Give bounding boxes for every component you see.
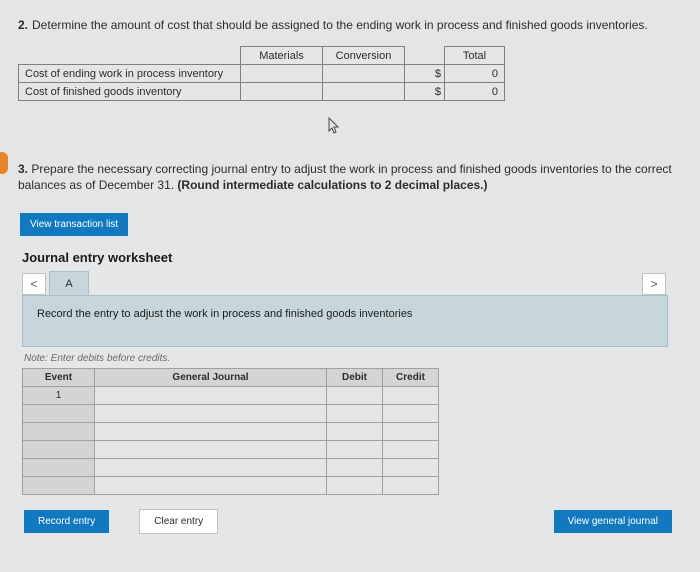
account-input[interactable] [95, 477, 327, 495]
clear-entry-button[interactable]: Clear entry [139, 509, 218, 534]
page-marker [0, 152, 8, 174]
buttons-row: Record entry Clear entry View general jo… [24, 509, 672, 534]
dollar-sign: $ [405, 83, 445, 101]
account-input[interactable] [95, 405, 327, 423]
journal-worksheet: Journal entry worksheet < A > Record the… [18, 250, 672, 534]
debit-header: Debit [327, 369, 383, 387]
debit-input[interactable] [327, 477, 383, 495]
table-row: 1 [23, 387, 439, 405]
cost-table: Materials Conversion Total Cost of endin… [18, 46, 505, 101]
conversion-header: Conversion [323, 47, 405, 65]
conversion-input[interactable] [323, 83, 405, 101]
credit-input[interactable] [383, 477, 439, 495]
table-row: Cost of finished goods inventory $ 0 [19, 83, 505, 101]
table-row [23, 441, 439, 459]
dollar-sign: $ [405, 65, 445, 83]
tab-a[interactable]: A [49, 271, 89, 295]
conversion-input[interactable] [323, 65, 405, 83]
total-value: 0 [445, 65, 505, 83]
tabs-row: < A > [22, 271, 672, 295]
credit-header: Credit [383, 369, 439, 387]
debit-input[interactable] [327, 387, 383, 405]
debit-input[interactable] [327, 423, 383, 441]
table-row [23, 423, 439, 441]
total-header: Total [445, 47, 505, 65]
debit-input[interactable] [327, 405, 383, 423]
gap-header [405, 47, 445, 65]
general-journal-table: Event General Journal Debit Credit 1 [22, 368, 439, 495]
next-entry-button[interactable]: > [642, 273, 666, 295]
account-input[interactable] [95, 459, 327, 477]
credit-input[interactable] [383, 441, 439, 459]
event-cell [23, 405, 95, 423]
general-journal-header: General Journal [95, 369, 327, 387]
event-header: Event [23, 369, 95, 387]
materials-input[interactable] [241, 83, 323, 101]
credit-input[interactable] [383, 459, 439, 477]
total-value: 0 [445, 83, 505, 101]
table-row [23, 477, 439, 495]
entry-description: Record the entry to adjust the work in p… [22, 295, 668, 347]
table-row [23, 405, 439, 423]
prev-entry-button[interactable]: < [22, 273, 46, 295]
event-cell [23, 441, 95, 459]
cursor-icon [328, 117, 342, 135]
materials-header: Materials [241, 47, 323, 65]
debit-input[interactable] [327, 459, 383, 477]
event-cell [23, 423, 95, 441]
question-2: 2. Determine the amount of cost that sho… [18, 18, 672, 32]
debit-input[interactable] [327, 441, 383, 459]
question-3: 3. Prepare the necessary correcting jour… [18, 161, 672, 193]
credit-input[interactable] [383, 423, 439, 441]
view-general-journal-button[interactable]: View general journal [554, 510, 672, 533]
note-text: Note: Enter debits before credits. [24, 353, 672, 364]
view-transaction-list-button[interactable]: View transaction list [20, 213, 128, 236]
event-cell [23, 477, 95, 495]
credit-input[interactable] [383, 387, 439, 405]
event-cell [23, 459, 95, 477]
account-input[interactable] [95, 387, 327, 405]
q3-number: 3. [18, 162, 28, 176]
q2-number: 2. [18, 18, 28, 32]
page: 2. Determine the amount of cost that sho… [0, 0, 700, 552]
worksheet-title: Journal entry worksheet [22, 250, 672, 265]
materials-input[interactable] [241, 65, 323, 83]
account-input[interactable] [95, 441, 327, 459]
q3-bold: (Round intermediate calculations to 2 de… [177, 178, 487, 192]
table-row: Cost of ending work in process inventory… [19, 65, 505, 83]
record-entry-button[interactable]: Record entry [24, 510, 109, 533]
account-input[interactable] [95, 423, 327, 441]
blank-header [19, 47, 241, 65]
table-row [23, 459, 439, 477]
event-cell: 1 [23, 387, 95, 405]
row-label: Cost of ending work in process inventory [19, 65, 241, 83]
q2-text: Determine the amount of cost that should… [32, 18, 648, 32]
credit-input[interactable] [383, 405, 439, 423]
row-label: Cost of finished goods inventory [19, 83, 241, 101]
